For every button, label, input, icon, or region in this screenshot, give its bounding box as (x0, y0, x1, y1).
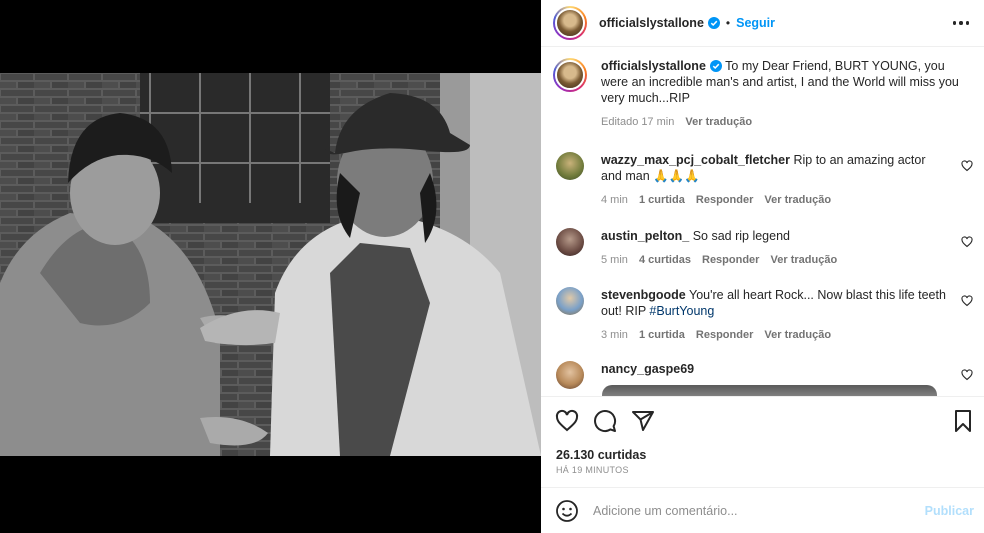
follow-button[interactable]: Seguir (736, 16, 775, 30)
comment-input[interactable] (593, 503, 913, 518)
caption-username[interactable]: officialslystallone (601, 59, 706, 73)
reply-button[interactable]: Responder (696, 329, 753, 341)
comment-meta: 3 min 1 curtida Responder Ver tradução (601, 327, 947, 343)
comment-time[interactable]: 5 min (601, 254, 628, 266)
caption-translate-link[interactable]: Ver tradução (685, 116, 752, 128)
heart-icon[interactable] (961, 295, 973, 307)
post-caption: officialslystallone To my Dear Friend, B… (553, 58, 973, 130)
comments-list[interactable]: officialslystallone To my Dear Friend, B… (541, 48, 984, 396)
comment-item: austin_pelton_ So sad rip legend 5 min 4… (553, 228, 973, 268)
comment-meta: 5 min 4 curtidas Responder Ver tradução (601, 252, 947, 268)
comment-avatar[interactable] (556, 152, 584, 180)
emoji-icon[interactable] (555, 499, 579, 523)
comment-icon[interactable] (593, 409, 617, 433)
edited-label: Editado (601, 116, 639, 128)
comment-likes[interactable]: 1 curtida (639, 329, 685, 341)
comment-username[interactable]: austin_pelton_ (601, 229, 689, 243)
author-avatar[interactable] (553, 6, 587, 40)
translate-link[interactable]: Ver tradução (764, 329, 831, 341)
caption-time[interactable]: 17 min (641, 116, 674, 128)
photo-image (0, 73, 541, 456)
comment-item: wazzy_max_pcj_cobalt_fletcher Rip to an … (553, 152, 973, 208)
author-username[interactable]: officialslystallone (599, 16, 704, 30)
more-icon[interactable] (950, 12, 972, 34)
publish-button[interactable]: Publicar (925, 504, 974, 518)
comment-text: So sad rip legend (692, 229, 790, 243)
verified-icon (707, 17, 720, 29)
comment-time[interactable]: 4 min (601, 194, 628, 206)
heart-icon[interactable] (961, 369, 973, 381)
heart-icon[interactable] (961, 160, 973, 172)
share-icon[interactable] (631, 409, 655, 433)
comment-meta: 4 min 1 curtida Responder Ver tradução (601, 192, 947, 208)
bookmark-icon[interactable] (951, 409, 975, 433)
post-sidebar: officialslystallone • Seguir officialsly… (541, 0, 984, 533)
reply-button[interactable]: Responder (702, 254, 759, 266)
comment-username[interactable]: wazzy_max_pcj_cobalt_fletcher (601, 153, 790, 167)
heart-icon[interactable] (555, 409, 579, 433)
comment-username[interactable]: nancy_gaspe69 (601, 362, 694, 376)
caption-avatar[interactable] (553, 58, 587, 92)
comment-likes[interactable]: 4 curtidas (639, 254, 691, 266)
add-comment-bar: Publicar (541, 487, 984, 533)
post-media (0, 0, 541, 533)
reply-button[interactable]: Responder (696, 194, 753, 206)
translate-link[interactable]: Ver tradução (771, 254, 838, 266)
translate-link[interactable]: Ver tradução (764, 194, 831, 206)
caption-meta: Editado 17 min Ver tradução (601, 114, 973, 130)
likes-count[interactable]: 26.130 curtidas (556, 448, 646, 462)
post-header: officialslystallone • Seguir (541, 0, 984, 47)
comment-item: stevenbgoode You're all heart Rock... No… (553, 287, 973, 343)
heart-icon[interactable] (961, 236, 973, 248)
comment-avatar[interactable] (556, 228, 584, 256)
comment-avatar[interactable] (556, 287, 584, 315)
comment-attachment[interactable] (602, 385, 937, 396)
verified-icon (709, 60, 722, 72)
comment-avatar[interactable] (556, 361, 584, 389)
post-actions: 26.130 curtidas HÁ 19 MINUTOS (541, 396, 984, 486)
comment-item: nancy_gaspe69 (553, 361, 973, 389)
post-photo[interactable] (0, 73, 541, 456)
comment-username[interactable]: stevenbgoode (601, 288, 686, 302)
separator-dot: • (725, 16, 731, 30)
hashtag-link[interactable]: #BurtYoung (649, 304, 714, 318)
post-modal: officialslystallone • Seguir officialsly… (0, 0, 984, 533)
comment-time[interactable]: 3 min (601, 329, 628, 341)
post-timestamp[interactable]: HÁ 19 MINUTOS (556, 465, 629, 475)
comment-likes[interactable]: 1 curtida (639, 194, 685, 206)
